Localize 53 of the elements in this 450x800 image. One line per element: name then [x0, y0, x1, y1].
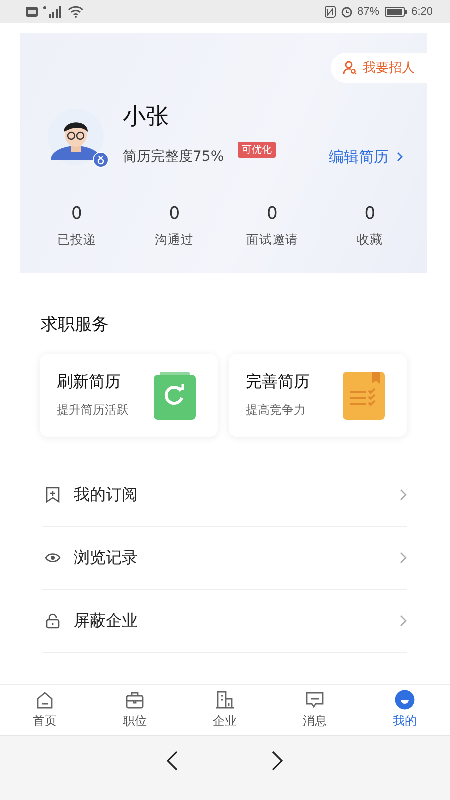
menu-item[interactable]: 屏蔽企业: [42, 590, 407, 653]
service-card[interactable]: 刷新简历 提升简历活跃: [40, 354, 218, 437]
service-subtitle: 提高竞争力: [246, 402, 307, 419]
user-name: 小张: [123, 103, 170, 132]
service-title: 刷新简历: [57, 372, 122, 393]
hd-icon: [26, 6, 38, 16]
stat-label: 面试邀请: [246, 232, 298, 249]
lock-icon: [45, 613, 61, 629]
tab[interactable]: 我的: [360, 685, 450, 735]
tab[interactable]: 企业: [180, 685, 270, 735]
wifi-icon: [68, 6, 84, 18]
stat-label: 收藏: [357, 232, 384, 249]
home-icon: [35, 690, 55, 710]
stat-count: 0: [71, 204, 82, 224]
chevron-right-icon: [397, 152, 403, 162]
bookmark-icon: [45, 487, 61, 503]
resume-completeness: 简历完整度75%: [123, 148, 224, 166]
tab[interactable]: 职位: [90, 685, 180, 735]
stat-label: 已投递: [57, 232, 96, 249]
building-icon: [215, 690, 235, 710]
chevron-right-icon: [400, 489, 407, 501]
alarm-icon: [340, 6, 353, 18]
checklist-book-icon: [343, 372, 385, 420]
battery-icon: [384, 6, 407, 16]
section-title: 求职服务: [41, 314, 110, 336]
stat-count: 0: [169, 204, 180, 224]
message-icon: [305, 690, 325, 710]
stat-count: 0: [364, 204, 376, 224]
menu-item[interactable]: 浏览记录: [42, 527, 407, 590]
tab[interactable]: 首页: [0, 685, 90, 735]
tab[interactable]: 消息: [270, 685, 360, 735]
stat-label: 沟通过: [155, 232, 194, 249]
smile-icon: [395, 690, 415, 710]
optimize-badge: 可优化: [238, 142, 276, 158]
menu-item[interactable]: 我的订阅: [42, 464, 407, 527]
stat-count: 0: [266, 204, 278, 224]
signal-icon: [43, 6, 63, 18]
nfc-icon: [324, 6, 336, 18]
person-search-icon: [343, 61, 357, 75]
edit-resume-link[interactable]: 编辑简历: [329, 148, 403, 166]
service-title: 完善简历: [246, 372, 310, 393]
chevron-right-icon: [400, 615, 407, 627]
battery-percent: 87%: [358, 6, 380, 18]
service-subtitle: 提升简历活跃: [57, 402, 129, 419]
refresh-icon: [154, 372, 196, 420]
chevron-right-icon: [400, 552, 407, 564]
avatar-drawing: [47, 108, 105, 166]
briefcase-icon: [125, 690, 145, 710]
service-card[interactable]: 完善简历 提高竞争力: [229, 354, 407, 437]
back-icon[interactable]: [166, 751, 178, 771]
clock-time: 6:20: [412, 6, 433, 18]
gender-icon: [93, 152, 109, 168]
forward-icon[interactable]: [272, 751, 284, 771]
